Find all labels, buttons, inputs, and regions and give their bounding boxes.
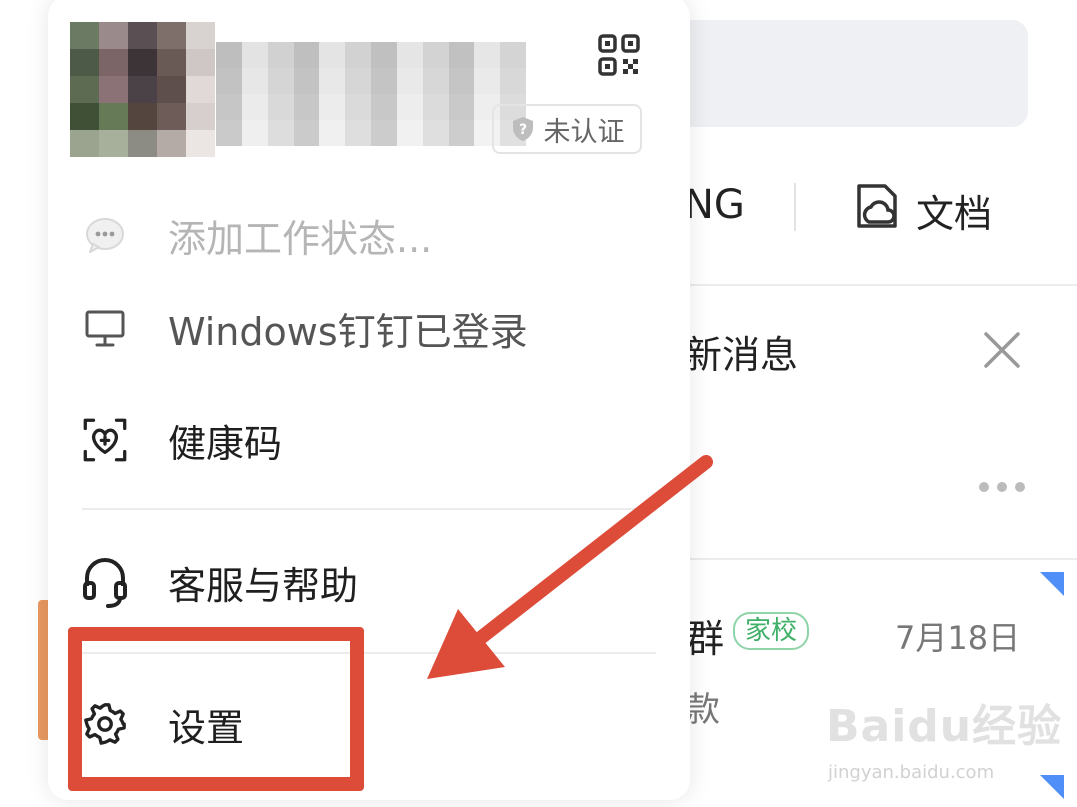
qr-code-icon[interactable]: [598, 34, 640, 76]
verification-badge[interactable]: ? 未认证: [492, 104, 642, 154]
user-name-blurred: [216, 42, 526, 146]
menu-divider: [82, 508, 656, 510]
avatar[interactable]: [70, 22, 215, 157]
divider: [640, 558, 1077, 560]
tab-documents[interactable]: 文档: [916, 183, 992, 238]
chat-bubble-icon: [82, 212, 128, 258]
menu-item-label: 添加工作状态...: [168, 216, 433, 261]
document-icon: [857, 184, 897, 228]
watermark-logo: Baidu经验: [826, 701, 1063, 752]
new-message-banner: 新消息: [684, 333, 799, 377]
chat-name: 群: [686, 617, 725, 661]
menu-item-windows-login[interactable]: Windows钉钉已登录: [82, 298, 528, 358]
menu-item-health-code[interactable]: 健康码: [82, 410, 282, 470]
divider: [640, 284, 1077, 286]
watermark-url: jingyan.baidu.com: [828, 762, 995, 783]
menu-item-add-status[interactable]: 添加工作状态...: [82, 205, 432, 265]
highlight-box: [68, 627, 364, 791]
tab-divider: [794, 183, 796, 231]
headset-icon: [82, 558, 128, 608]
verification-label: 未认证: [543, 116, 625, 148]
monitor-icon: [82, 305, 128, 351]
health-code-icon: [82, 417, 128, 463]
chat-date: 7月18日: [895, 619, 1021, 657]
tab-partial[interactable]: NG: [684, 182, 745, 228]
menu-item-label: 客服与帮助: [168, 563, 359, 608]
svg-text:?: ?: [518, 122, 526, 138]
unread-corner-marker: [1040, 775, 1064, 799]
menu-item-label: 健康码: [168, 421, 283, 466]
menu-item-label: Windows钉钉已登录: [168, 309, 528, 354]
shield-question-icon: ?: [512, 117, 533, 141]
unread-corner-marker: [1040, 572, 1064, 596]
more-icon[interactable]: [976, 476, 1028, 498]
chat-preview: 款: [686, 690, 720, 730]
menu-item-customer-service[interactable]: 客服与帮助: [82, 552, 358, 612]
chat-tag: 家校: [733, 612, 810, 650]
search-bar[interactable]: [640, 20, 1028, 127]
close-icon[interactable]: [982, 330, 1022, 370]
